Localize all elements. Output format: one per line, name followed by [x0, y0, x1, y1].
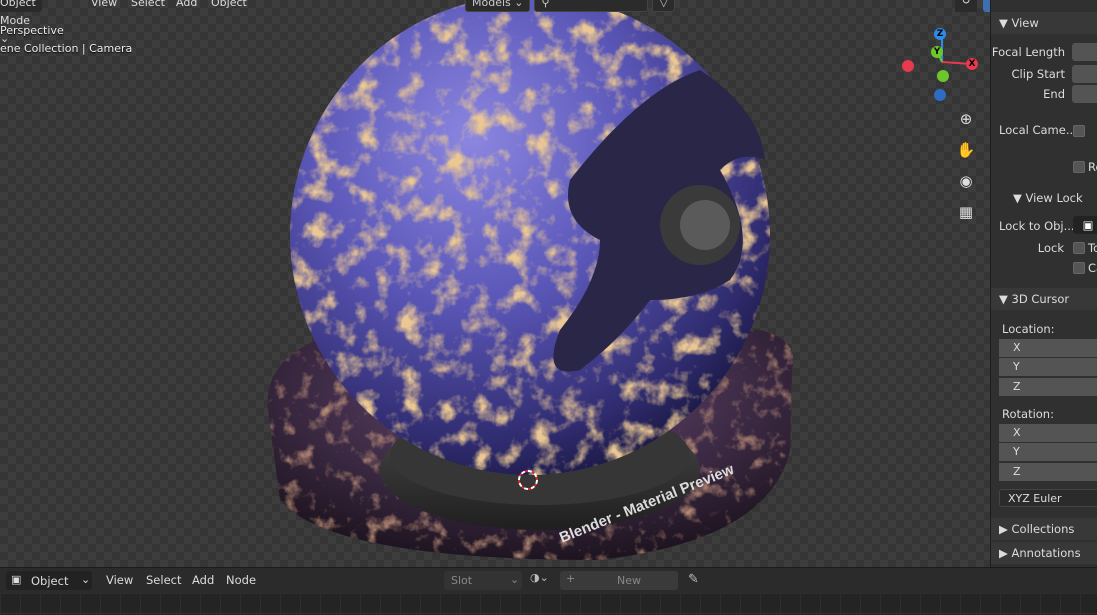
- object-icon: ▣: [11, 573, 22, 586]
- gizmo-neg-y[interactable]: [937, 70, 949, 82]
- focal-length-field[interactable]: [1072, 43, 1097, 61]
- clip-end-label: End: [1043, 87, 1065, 101]
- lock-camera-short-label: Ca: [1088, 261, 1097, 275]
- node-editor-canvas[interactable]: [0, 593, 1097, 615]
- local-camera-checkbox[interactable]: [1073, 125, 1085, 137]
- node-menu-node[interactable]: Node: [226, 573, 256, 587]
- material-preview-scene: Blender - Material Preview: [267, 0, 794, 560]
- cursor-header-label: 3D Cursor: [1011, 292, 1070, 306]
- hand-pan-icon[interactable]: ✋: [955, 139, 977, 161]
- filter-icon[interactable]: ▽: [652, 0, 675, 12]
- gizmo-y[interactable]: Y: [931, 46, 943, 58]
- material-browse-icon[interactable]: ◑⌄: [530, 571, 560, 590]
- gizmo-z[interactable]: Z: [934, 28, 946, 40]
- new-material-label: New: [617, 574, 641, 587]
- search-icon: ⚲: [541, 0, 550, 9]
- gizmo-toggle-icon[interactable]: ↻: [955, 0, 977, 12]
- lock-to-short-label: To: [1088, 241, 1097, 255]
- cursor-rotation-x[interactable]: X: [999, 424, 1097, 442]
- cursor-location-y[interactable]: Y: [999, 358, 1097, 376]
- gizmo-x[interactable]: X: [966, 58, 978, 70]
- clip-start-label: Clip Start: [1011, 67, 1065, 81]
- pin-icon[interactable]: ✎: [688, 572, 699, 587]
- lock-to-object-label: Lock to Obj...: [999, 219, 1075, 233]
- lock-camera-checkbox[interactable]: [1073, 262, 1085, 274]
- view-lock-subheader[interactable]: ▼ View Lock: [991, 189, 1097, 207]
- view-lock-label: View Lock: [1025, 191, 1083, 205]
- slot-label: Slot: [451, 574, 473, 587]
- node-editor-header: ▣ Object ⌄ View Select Add Node Slot ⌄ ◑…: [0, 567, 1097, 594]
- search-input[interactable]: ⚲: [534, 0, 649, 12]
- cursor-location-z[interactable]: Z: [999, 378, 1097, 396]
- cursor-rotation-y[interactable]: Y: [999, 443, 1097, 461]
- render-region-label: Re: [1088, 160, 1097, 174]
- clip-start-field[interactable]: [1072, 65, 1097, 83]
- gizmo-neg-z[interactable]: [934, 89, 946, 101]
- menu-view[interactable]: View: [91, 0, 117, 9]
- camera-icon[interactable]: ◉: [955, 170, 977, 192]
- view-header-label: View: [1011, 16, 1039, 30]
- node-menu-select[interactable]: Select: [146, 573, 181, 587]
- menu-object[interactable]: Object: [211, 0, 247, 9]
- annotations-label: Annotations: [1011, 546, 1081, 560]
- chevron-down-icon: ⌄: [81, 573, 91, 586]
- collections-panel-header[interactable]: ▶ Collections: [991, 518, 1097, 540]
- shading-dropdown-label: Models: [472, 0, 511, 9]
- menu-select[interactable]: Select: [131, 0, 165, 9]
- grid-icon[interactable]: ▦: [955, 201, 977, 223]
- render-region-checkbox[interactable]: [1073, 161, 1085, 173]
- chevron-down-icon: ⌄: [510, 573, 520, 586]
- cursor-panel-header[interactable]: ▼ 3D Cursor: [991, 288, 1097, 310]
- 3d-viewport[interactable]: Blender - Material Preview Object Mode ⌄…: [0, 0, 990, 567]
- collection-camera-text: ene Collection | Camera: [0, 42, 133, 55]
- plus-icon: +: [566, 572, 576, 585]
- cursor-rotation-z[interactable]: Z: [999, 463, 1097, 481]
- local-camera-label: Local Came...: [999, 123, 1077, 137]
- lock-to-cursor-checkbox[interactable]: [1073, 242, 1085, 254]
- editor-mode-label: Object: [31, 574, 69, 588]
- node-menu-add[interactable]: Add: [192, 573, 214, 587]
- shading-dropdown[interactable]: Models ⌄: [465, 0, 531, 12]
- rotation-mode-dropdown[interactable]: XYZ Euler: [999, 489, 1097, 507]
- cursor-location-x[interactable]: X: [999, 339, 1097, 357]
- zoom-icon[interactable]: ⊕: [955, 108, 977, 130]
- object-picker-icon[interactable]: ▣: [1073, 216, 1097, 234]
- focal-length-label: Focal Length: [991, 45, 1065, 59]
- menu-add[interactable]: Add: [176, 0, 197, 9]
- view-panel-header[interactable]: ▼ View: [991, 12, 1097, 34]
- gizmo-neg-x[interactable]: [902, 60, 914, 72]
- lock-label: Lock: [1037, 241, 1064, 255]
- collections-label: Collections: [1011, 522, 1075, 536]
- overlay-icon[interactable]: ✱: [983, 0, 990, 12]
- clip-end-field[interactable]: [1072, 85, 1097, 103]
- location-label: Location:: [1002, 322, 1055, 336]
- top-right-tools: ↻ ✱: [955, 0, 990, 12]
- mode-selector[interactable]: Object Mode ⌄: [0, 0, 42, 45]
- slot-dropdown[interactable]: Slot ⌄: [444, 571, 522, 590]
- top-center-controls: Models ⌄ ⚲ ▽: [465, 0, 675, 12]
- editor-mode-dropdown[interactable]: ▣ Object ⌄: [6, 571, 92, 590]
- view-perspective-text: Perspective: [0, 24, 64, 37]
- new-material-button[interactable]: + New: [560, 571, 678, 590]
- annotations-panel-header[interactable]: ▶ Annotations: [991, 542, 1097, 564]
- rotation-label: Rotation:: [1002, 407, 1054, 421]
- n-panel: ▼ View Focal Length Clip Start End Local…: [990, 0, 1097, 567]
- node-menu-view[interactable]: View: [106, 573, 133, 587]
